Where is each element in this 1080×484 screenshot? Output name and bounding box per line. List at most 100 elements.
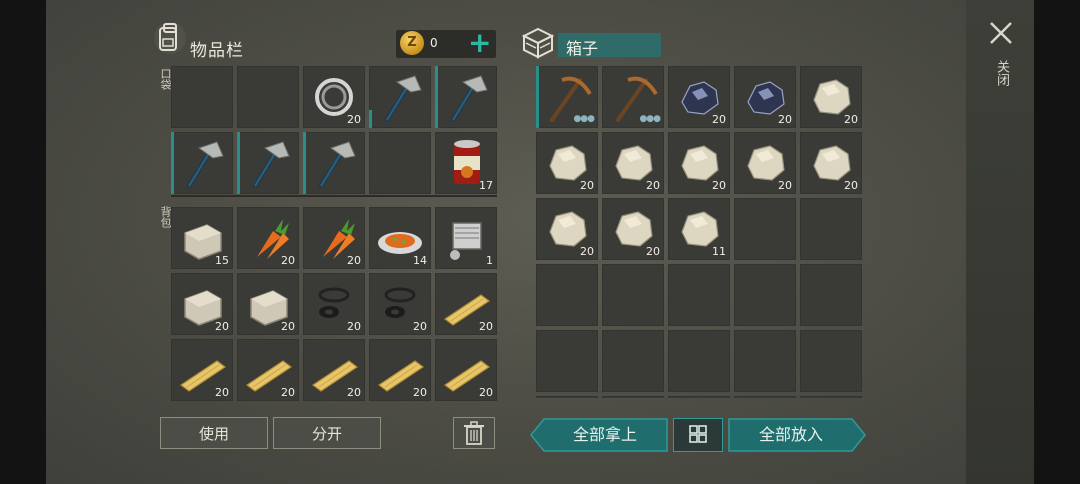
- item-count: 20: [712, 113, 726, 126]
- pocket-slot[interactable]: [171, 66, 233, 128]
- add-coins-button[interactable]: +: [468, 27, 491, 59]
- split-button[interactable]: 分开: [273, 417, 381, 449]
- stone-hatchet-icon: [252, 141, 290, 188]
- item-count: 20: [281, 254, 295, 267]
- item-count: 15: [215, 254, 229, 267]
- backpack-slot[interactable]: 14: [369, 207, 431, 269]
- box-slot[interactable]: 20: [536, 132, 598, 194]
- close-label: 关闭: [994, 60, 1009, 86]
- box-slot[interactable]: [536, 264, 598, 326]
- item-count: 14: [413, 254, 427, 267]
- box-slot[interactable]: [602, 330, 664, 392]
- backpack-slot[interactable]: 20: [237, 207, 299, 269]
- box-slot[interactable]: 20: [668, 132, 730, 194]
- backpack-slot[interactable]: 20: [435, 273, 497, 335]
- item-count: 20: [347, 386, 361, 399]
- stone-hatchet-icon: [384, 75, 422, 122]
- box-title: 箱子: [566, 39, 599, 58]
- close-button[interactable]: [988, 20, 1014, 50]
- trash-icon: [464, 421, 484, 445]
- grid-divider: [171, 195, 497, 197]
- coin-count: 0: [430, 36, 438, 50]
- pocket-slot[interactable]: [237, 132, 299, 194]
- box-slot[interactable]: 11: [668, 198, 730, 260]
- item-count: 20: [844, 179, 858, 192]
- box-slot[interactable]: [602, 396, 664, 398]
- box-slot[interactable]: 20: [602, 132, 664, 194]
- use-button[interactable]: 使用: [160, 417, 268, 449]
- box-slot[interactable]: [668, 330, 730, 392]
- pocket-slot[interactable]: [303, 132, 365, 194]
- item-count: 20: [347, 254, 361, 267]
- pocket-slot[interactable]: 17: [435, 132, 497, 194]
- box-slot[interactable]: [800, 264, 862, 326]
- backpack-slot[interactable]: 20: [435, 339, 497, 401]
- box-slot[interactable]: ●●●: [602, 66, 664, 128]
- item-count: 20: [347, 113, 361, 126]
- stone-hatchet-icon: [450, 75, 488, 122]
- box-slot[interactable]: [668, 264, 730, 326]
- stone-hatchet-icon: [318, 141, 356, 188]
- pocket-slot[interactable]: 20: [303, 66, 365, 128]
- inventory-title: 物品栏: [190, 41, 244, 61]
- box-slot[interactable]: [734, 396, 796, 398]
- right-border: [1034, 0, 1080, 484]
- box-slot[interactable]: [734, 198, 796, 260]
- box-slot[interactable]: [734, 264, 796, 326]
- box-slot[interactable]: 20: [668, 66, 730, 128]
- box-slot[interactable]: [536, 396, 598, 398]
- backpack-slot[interactable]: 20: [369, 273, 431, 335]
- engine-icon: [450, 222, 482, 260]
- box-slot[interactable]: [800, 330, 862, 392]
- pocket-slot[interactable]: [237, 66, 299, 128]
- box-slot[interactable]: 20: [800, 66, 862, 128]
- box-slot[interactable]: [536, 330, 598, 392]
- backpack-slot[interactable]: 20: [303, 339, 365, 401]
- item-count: 20: [413, 386, 427, 399]
- crate-icon: [521, 27, 555, 59]
- box-slot[interactable]: [602, 264, 664, 326]
- backpack-slot[interactable]: 20: [171, 339, 233, 401]
- box-slot[interactable]: 20: [800, 132, 862, 194]
- coin-icon: Z: [400, 31, 424, 55]
- backpack-slot[interactable]: 15: [171, 207, 233, 269]
- box-slot[interactable]: [800, 198, 862, 260]
- item-count: 20: [646, 245, 660, 258]
- box-slot[interactable]: ●●●: [536, 66, 598, 128]
- backpack-slot[interactable]: 1: [435, 207, 497, 269]
- item-count: 20: [347, 320, 361, 333]
- pocket-slot[interactable]: [369, 66, 431, 128]
- pocket-slot[interactable]: [435, 66, 497, 128]
- backpack-slot[interactable]: 20: [237, 339, 299, 401]
- pocket-slot[interactable]: [171, 132, 233, 194]
- box-slot[interactable]: [734, 330, 796, 392]
- backpack-slot[interactable]: 20: [303, 207, 365, 269]
- stone-hatchet-icon: [186, 141, 224, 188]
- item-count: 20: [281, 386, 295, 399]
- backpack-slot[interactable]: 20: [237, 273, 299, 335]
- close-icon: [990, 22, 1012, 44]
- box-slot[interactable]: 20: [734, 132, 796, 194]
- item-count: 20: [479, 386, 493, 399]
- item-count: 20: [580, 179, 594, 192]
- left-border: [0, 0, 46, 484]
- item-count: 1: [486, 254, 493, 267]
- take-all-button[interactable]: 全部拿上: [544, 418, 666, 452]
- box-slot[interactable]: [800, 396, 862, 398]
- sort-button[interactable]: [673, 418, 723, 452]
- backpack-grid: 15 20 20 14 1 20 20 20 20 20 20 20 20 20 20: [171, 207, 497, 401]
- box-slot[interactable]: 20: [602, 198, 664, 260]
- backpack-slot[interactable]: 20: [171, 273, 233, 335]
- backpack-slot[interactable]: 20: [303, 273, 365, 335]
- trash-button[interactable]: [453, 417, 495, 449]
- item-count: 20: [844, 113, 858, 126]
- box-grid: ●●● ●●● 20 20 20 20 20 20 20 20 20 20 11: [536, 66, 862, 398]
- box-slot[interactable]: 20: [536, 198, 598, 260]
- pocket-slot[interactable]: [369, 132, 431, 194]
- item-count: 20: [281, 320, 295, 333]
- put-all-button[interactable]: 全部放入: [729, 418, 853, 452]
- box-slot[interactable]: 20: [734, 66, 796, 128]
- backpack-slot[interactable]: 20: [369, 339, 431, 401]
- durability-dots: ●●●: [639, 114, 661, 124]
- box-slot[interactable]: [668, 396, 730, 398]
